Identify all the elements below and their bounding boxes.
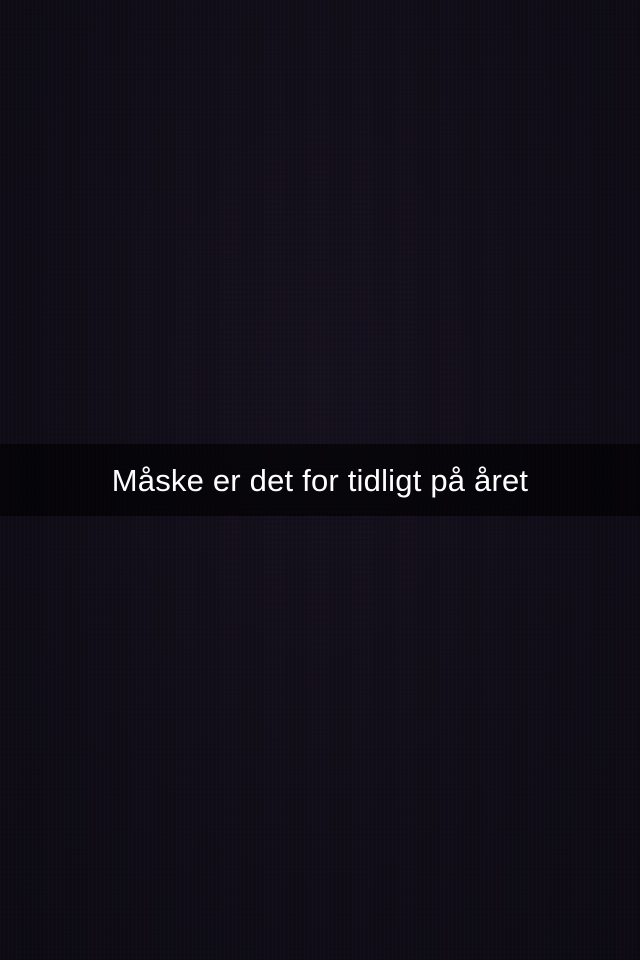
photo-background: Måske er det for tidligt på året [0,0,640,960]
caption-bar: Måske er det for tidligt på året [0,444,640,516]
caption-text: Måske er det for tidligt på året [111,462,529,498]
